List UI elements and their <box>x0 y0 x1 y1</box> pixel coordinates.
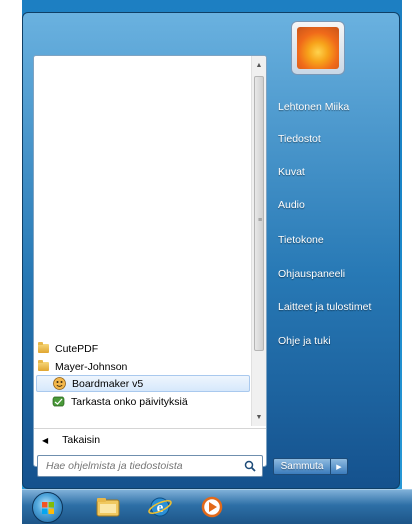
program-item-tarkasta-paivityksia[interactable]: Tarkasta onko päivityksiä <box>52 393 252 410</box>
right-item-tietokone[interactable]: Tietokone <box>274 232 328 248</box>
right-margin <box>402 0 412 523</box>
shutdown-button[interactable]: Sammuta <box>273 458 331 475</box>
right-item-label: Tiedostot <box>278 133 321 145</box>
right-item-label: Ohjauspaneeli <box>278 268 346 280</box>
shutdown-options-arrow-icon[interactable]: ▶ <box>331 458 348 475</box>
left-margin <box>0 0 22 523</box>
program-label: Tarkasta onko päivityksiä <box>71 395 188 408</box>
right-item-laitteet-ja-tulostimet[interactable]: Laitteet ja tulostimet <box>274 299 375 315</box>
taskbar: e <box>22 489 412 524</box>
right-item-ohjauspaneeli[interactable]: Ohjauspaneeli <box>274 266 349 282</box>
update-check-icon <box>52 396 65 407</box>
folder-explorer-icon <box>96 498 120 517</box>
right-item-user[interactable]: Lehtonen Miika <box>274 99 353 115</box>
right-item-label: Tietokone <box>278 234 324 246</box>
programs-list: CutePDF Mayer-Johnson Boardmaker v5 Tark… <box>34 56 252 426</box>
windows-logo-icon <box>42 502 54 514</box>
boardmaker-icon <box>53 377 66 390</box>
media-player-icon <box>201 496 223 518</box>
right-item-tiedostot[interactable]: Tiedostot <box>274 131 325 147</box>
program-folder-mayer-johnson[interactable]: Mayer-Johnson <box>38 358 238 375</box>
user-picture-frame[interactable] <box>291 21 345 75</box>
back-arrow-icon: ◀ <box>42 435 49 445</box>
right-item-label: Kuvat <box>278 166 305 178</box>
explorer-taskbar-button[interactable] <box>90 493 126 521</box>
program-item-boardmaker[interactable]: Boardmaker v5 <box>36 375 250 392</box>
program-label: CutePDF <box>55 342 99 355</box>
scroll-down-arrow-icon[interactable]: ▼ <box>252 410 266 424</box>
search-box[interactable] <box>37 455 263 477</box>
media-player-taskbar-button[interactable] <box>194 493 230 521</box>
back-button[interactable]: ◀ Takaisin <box>34 428 266 451</box>
right-item-audio[interactable]: Audio <box>274 197 309 213</box>
start-menu: CutePDF Mayer-Johnson Boardmaker v5 Tark… <box>22 12 400 489</box>
search-icon[interactable] <box>244 460 256 472</box>
back-label: Takaisin <box>62 434 101 446</box>
program-folder-cutepdf[interactable]: CutePDF <box>38 340 238 357</box>
program-label: Mayer-Johnson <box>55 360 128 373</box>
right-item-label: Laitteet ja tulostimet <box>278 301 372 313</box>
user-picture <box>297 27 339 69</box>
right-item-label: Audio <box>278 199 305 211</box>
internet-explorer-icon: e <box>148 497 172 517</box>
programs-panel: CutePDF Mayer-Johnson Boardmaker v5 Tark… <box>33 55 267 467</box>
scroll-thumb[interactable]: ≡ <box>254 76 264 351</box>
right-item-label: Ohje ja tuki <box>278 335 331 347</box>
internet-explorer-taskbar-button[interactable]: e <box>142 493 178 521</box>
start-orb[interactable] <box>32 492 63 523</box>
right-item-label: Lehtonen Miika <box>278 101 350 113</box>
folder-icon <box>38 342 49 353</box>
folder-icon <box>38 360 49 371</box>
program-label: Boardmaker v5 <box>72 377 144 390</box>
scroll-up-arrow-icon[interactable]: ▲ <box>252 58 266 72</box>
scroll-grip-icon: ≡ <box>257 217 263 224</box>
right-item-kuvat[interactable]: Kuvat <box>274 164 309 180</box>
search-input[interactable] <box>44 459 238 473</box>
shutdown-group: Sammuta ▶ <box>273 458 348 475</box>
right-item-ohje-ja-tuki[interactable]: Ohje ja tuki <box>274 333 335 349</box>
programs-scrollbar[interactable]: ▲ ≡ ▼ <box>251 56 266 426</box>
